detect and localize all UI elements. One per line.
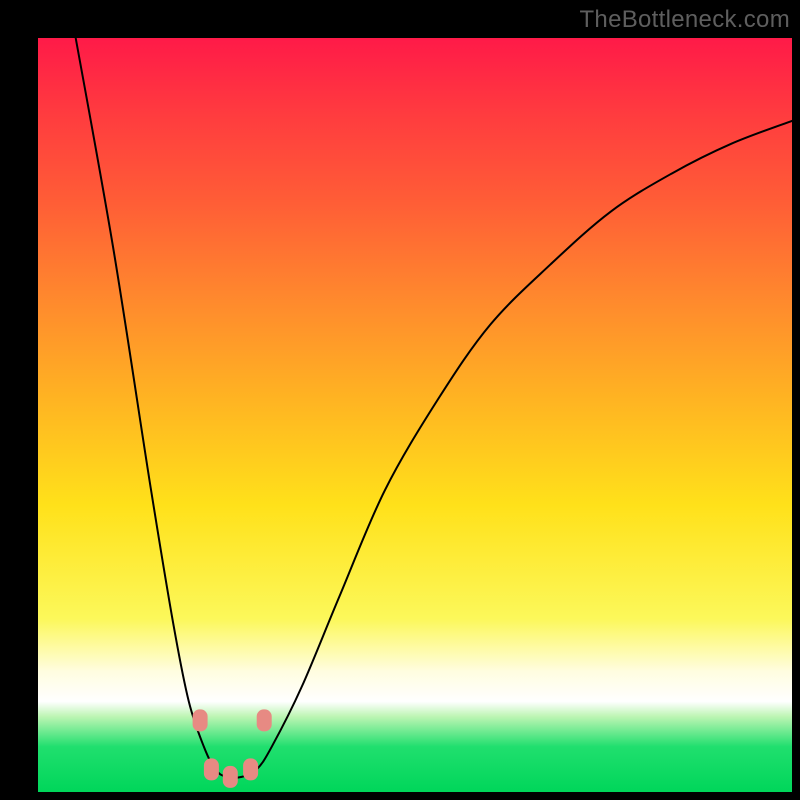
plot-area [38, 38, 792, 792]
chart-frame: TheBottleneck.com [0, 0, 800, 800]
curve-marker [193, 709, 208, 731]
curve-marker [223, 766, 238, 788]
curve-svg [38, 38, 792, 792]
bottleneck-curve [76, 38, 792, 778]
watermark-text: TheBottleneck.com [579, 6, 790, 34]
curve-marker [204, 758, 219, 780]
curve-marker [257, 709, 272, 731]
curve-marker [243, 758, 258, 780]
